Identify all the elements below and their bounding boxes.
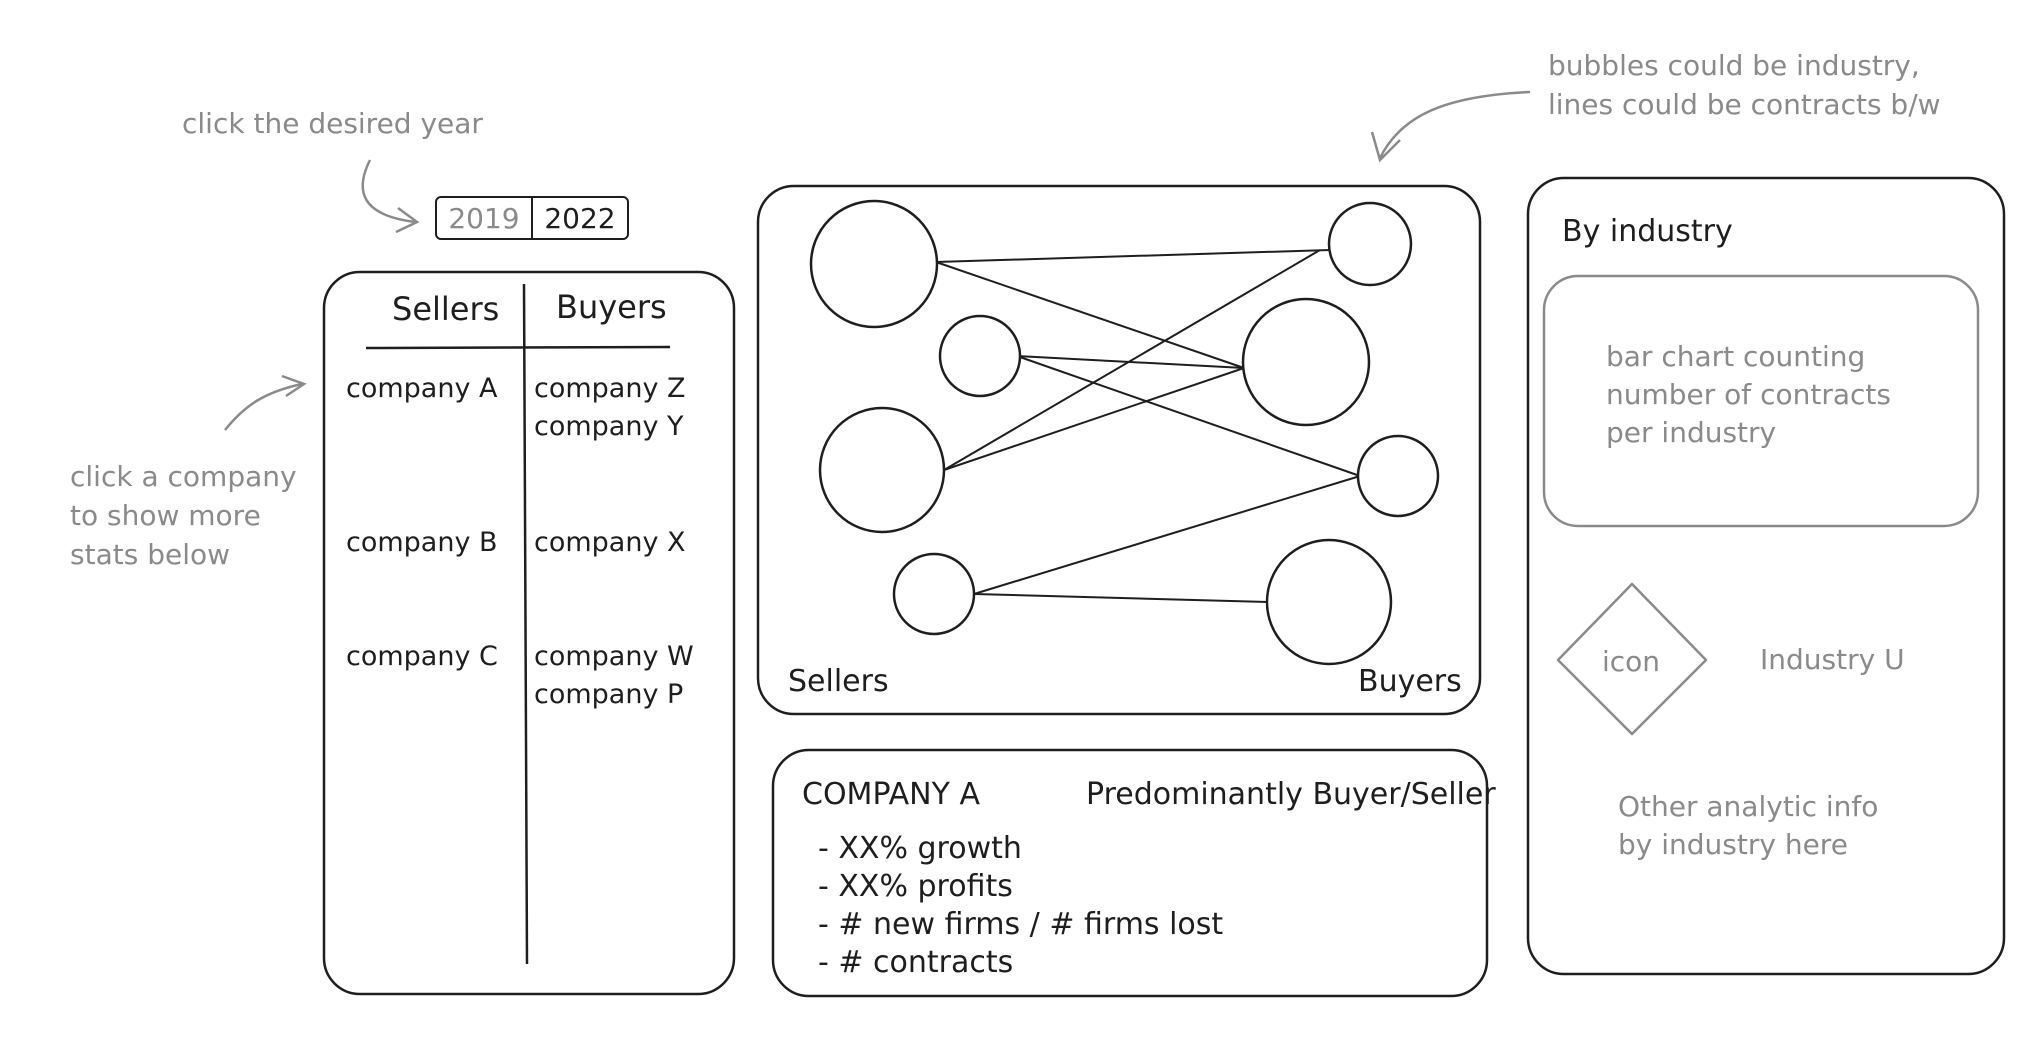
seller-bubble <box>892 552 976 636</box>
buyer-company-w[interactable]: company W <box>534 638 694 676</box>
contract-line <box>935 249 1331 263</box>
buyer-company-p[interactable]: company P <box>534 676 683 714</box>
detail-company-name: COMPANY A <box>802 777 980 812</box>
seller-bubble <box>818 406 946 534</box>
seller-company-a[interactable]: company A <box>346 370 498 408</box>
year-toggle: 2019 2022 <box>435 196 629 240</box>
company-hint-arrow <box>224 382 303 431</box>
contract-line <box>973 593 1269 603</box>
company-hint-line: to show more <box>70 499 261 532</box>
year-option-2019[interactable]: 2019 <box>437 198 531 238</box>
sellers-header: Sellers <box>392 290 500 328</box>
buyers-header: Buyers <box>556 288 667 326</box>
bar-chart-note-line: number of contracts <box>1606 378 1891 411</box>
year-hint-arrow <box>361 159 416 224</box>
table-column-divider <box>522 283 529 965</box>
seller-bubble <box>809 199 939 329</box>
industry-bubbles <box>809 199 1440 666</box>
seller-company-c[interactable]: company C <box>346 638 498 676</box>
bubble-hint-line: bubbles could be industry, <box>1548 49 1920 82</box>
detail-stats: - XX% growth - XX% profits - # new firms… <box>818 830 1223 982</box>
year-option-2022[interactable]: 2022 <box>531 198 627 238</box>
industry-name[interactable]: Industry U <box>1760 640 1905 679</box>
buyer-bubble <box>1327 201 1413 287</box>
detail-stat: - # contracts <box>818 945 1014 980</box>
company-hint-note: click a company to show more stats below <box>70 457 297 574</box>
buyer-company-z[interactable]: company Z <box>534 370 686 408</box>
detail-stat: - XX% profits <box>818 869 1013 904</box>
seller-bubble <box>938 314 1022 398</box>
buyer-bubble <box>1265 538 1393 666</box>
company-hint-line: click a company <box>70 460 297 493</box>
industry-icon-label: icon <box>1602 645 1661 678</box>
industry-title: By industry <box>1562 214 1733 249</box>
year-hint-note: click the desired year <box>182 107 483 140</box>
bar-chart-note: bar chart counting number of contracts p… <box>1606 338 1891 452</box>
buyer-company-x[interactable]: company X <box>534 524 686 562</box>
buyer-bubble <box>1241 297 1371 427</box>
bubble-hint-line: lines could be contracts b/w <box>1548 88 1941 121</box>
table-header-divider <box>365 345 671 350</box>
buyer-company-y[interactable]: company Y <box>534 408 684 446</box>
buyer-bubble <box>1356 434 1440 518</box>
network-sellers-label: Sellers <box>788 664 889 699</box>
bubble-hint-note: bubbles could be industry, lines could b… <box>1548 46 1941 124</box>
industry-other-info: Other analytic info by industry here <box>1618 788 1878 864</box>
detail-company-role: Predominantly Buyer/Seller <box>1086 777 1496 812</box>
company-hint-line: stats below <box>70 538 231 571</box>
detail-stat: - XX% growth <box>818 831 1022 866</box>
industry-other-info-line: Other analytic info <box>1618 790 1879 823</box>
detail-stat: - # new firms / # firms lost <box>818 907 1224 942</box>
bar-chart-note-line: bar chart counting <box>1606 340 1866 373</box>
industry-other-info-line: by industry here <box>1618 828 1848 861</box>
bubble-hint-arrow <box>1378 90 1531 159</box>
network-buyers-label: Buyers <box>1358 664 1462 699</box>
bar-chart-note-line: per industry <box>1606 416 1777 449</box>
seller-company-b[interactable]: company B <box>346 524 498 562</box>
